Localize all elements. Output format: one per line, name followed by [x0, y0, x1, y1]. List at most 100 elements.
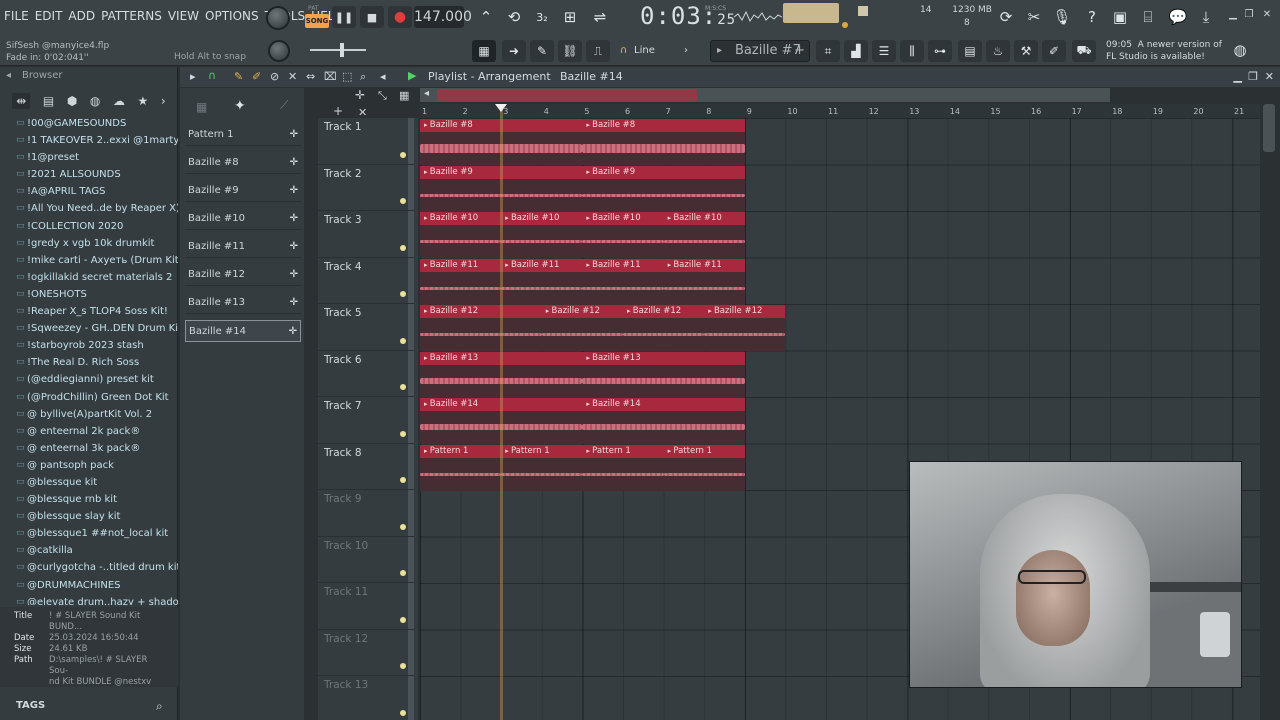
picker-auto-icon[interactable]: ⟋ [280, 98, 288, 113]
browser-folder-item[interactable]: @ enteernal 2k pack® [0, 423, 178, 440]
news-panel[interactable]: 09:05 A newer version of FL Studio is av… [1106, 39, 1222, 63]
browser-folder-item[interactable]: !ogkillakid secret materials 2 [0, 269, 178, 286]
master-pitch-knob[interactable] [268, 40, 290, 62]
undo-history-button[interactable]: ⟳ [994, 5, 1018, 29]
browser-folder-item[interactable]: !1@preset [0, 149, 178, 166]
browser-folder-item[interactable]: !1 TAKEOVER 2..exxi @1martyr) [0, 132, 178, 149]
menu-patterns[interactable]: PATTERNS [101, 9, 162, 23]
playlist-clip[interactable]: Bazille #10 [420, 212, 502, 258]
timeline-ruler[interactable]: 1 2 3 4 5 6 7 8 9 10 11 12 13 14 15 16 17 18 19 20 21 [420, 104, 1260, 118]
add-to-playlist-icon[interactable]: ✛ [290, 152, 298, 174]
track-header[interactable]: Track 10 [318, 536, 414, 583]
pattern-item[interactable]: Bazille #14 ✛ [185, 320, 301, 342]
playlist-clip[interactable]: Bazille #11 [582, 258, 664, 305]
scroll-left-icon[interactable]: ◂ [424, 88, 429, 99]
tags-label[interactable]: TAGS [16, 700, 45, 711]
playlist-clip[interactable]: Bazille #9 [582, 165, 745, 212]
add-to-playlist-icon[interactable]: ✛ [290, 180, 298, 202]
file-filter-icon[interactable]: ▤ [43, 94, 54, 108]
playlist-clip[interactable]: Pattern 1 [501, 444, 583, 491]
browser-folder-item[interactable]: @blessque1 ##not_local kit [0, 525, 178, 542]
pencil-tool-button[interactable]: ✎ [530, 40, 554, 62]
playlist-clip[interactable]: Bazille #10 [663, 212, 745, 258]
stop-button[interactable]: ■ [360, 6, 384, 28]
slice-icon[interactable]: ⌧ [324, 70, 337, 83]
track-mute-led[interactable] [400, 477, 406, 483]
track-mute-led[interactable] [400, 337, 406, 344]
play-icon[interactable]: ▶ [408, 69, 416, 82]
play-arrow-button[interactable]: ➜ [502, 40, 526, 62]
track-header[interactable]: Track 2 [318, 164, 414, 211]
track-grip[interactable] [408, 304, 414, 350]
playlist-clip[interactable]: Bazille #12 [420, 305, 542, 351]
blend-notes-button[interactable]: ⊞ [558, 5, 582, 29]
track-grip[interactable] [408, 397, 414, 443]
song-mode-button[interactable]: SONG [305, 14, 329, 28]
chevron-right-icon[interactable]: › [161, 94, 166, 108]
track-mute-led[interactable] [400, 570, 406, 576]
track-header[interactable]: Track 12 [318, 629, 414, 676]
browser-list[interactable]: !00@GAMESOUNDS!1 TAKEOVER 2..exxi @1mart… [0, 115, 178, 605]
globe-filter-icon[interactable]: ◍ [90, 94, 100, 108]
help-button[interactable]: ? [1080, 5, 1104, 29]
mixer-button[interactable]: ⌗ [816, 40, 840, 62]
playlist-clip[interactable]: Bazille #12 [704, 305, 786, 351]
pencil-icon[interactable]: ✎ [234, 70, 243, 83]
select-icon[interactable]: ⬚ [342, 70, 352, 83]
track-grip[interactable] [408, 350, 414, 396]
track-mute-led[interactable] [400, 616, 406, 623]
track-grip[interactable] [408, 257, 414, 303]
browser-folder-item[interactable]: !00@GAMESOUNDS [0, 115, 178, 132]
browser-folder-item[interactable]: @blessque rnb kit [0, 491, 178, 508]
globe-button[interactable]: ◍ [1228, 38, 1252, 62]
brush-icon[interactable]: ✐ [252, 70, 261, 83]
stamp-tool-button[interactable]: ⎍ [586, 40, 610, 62]
track-mute-led[interactable] [400, 244, 406, 251]
add-to-playlist-icon[interactable]: ✛ [290, 292, 298, 314]
save-button[interactable]: ▣ [1108, 5, 1132, 29]
browser-folder-item[interactable]: !COLLECTION 2020 [0, 218, 178, 235]
browser-folder-item[interactable]: (@ProdChillin) Green Dot Kit [0, 389, 178, 406]
track-header[interactable]: Track 3 [318, 211, 414, 258]
browser-folder-item[interactable]: !2021 ALLSOUNDS [0, 166, 178, 183]
playlist-clip[interactable]: Pattern 1 [582, 444, 664, 491]
browser-folder-item[interactable]: @ enteernal 3k pack® [0, 440, 178, 457]
chat-button[interactable]: 💬 [1166, 5, 1190, 29]
add-to-playlist-icon[interactable]: ✛ [289, 321, 297, 343]
track-header[interactable]: Track 7 [318, 397, 414, 444]
track-grip[interactable] [408, 490, 414, 536]
wait-input-button[interactable]: ⟲ [502, 5, 526, 29]
track-mute-led[interactable] [400, 291, 406, 297]
minimize-icon[interactable]: ▁ [1234, 70, 1242, 83]
pattern-item[interactable]: Bazille #9 ✛ [185, 180, 301, 202]
track-header[interactable]: Track 11 [318, 583, 414, 630]
file-button[interactable]: ▤ [958, 40, 982, 62]
keyboard-icon[interactable]: ▦ [399, 89, 409, 102]
star-icon[interactable]: ★ [138, 94, 149, 108]
track-header[interactable]: Track 5 [318, 304, 414, 351]
playback-icon[interactable]: ◂ [380, 70, 386, 83]
brush-button[interactable]: ✐ [1042, 40, 1066, 62]
menu-options[interactable]: OPTIONS [205, 9, 259, 23]
bulb-button[interactable]: ♨ [986, 40, 1010, 62]
snap-mode-select[interactable]: ∩ Line › [616, 42, 690, 60]
playlist-clip[interactable]: Bazille #10 [582, 212, 664, 258]
playlist-clip[interactable]: Bazille #14 [582, 398, 745, 444]
browser-folder-item[interactable]: @blessque kit [0, 474, 178, 491]
browser-folder-item[interactable]: !Reaper X_s TLOP4 Soss Kit! [0, 303, 178, 320]
volume-slider-handle[interactable] [340, 43, 344, 57]
pause-button[interactable]: ❚❚ [332, 6, 356, 28]
track-mute-led[interactable] [400, 709, 406, 716]
picker-piano-icon[interactable]: ▦ [196, 100, 207, 114]
step-edit-button[interactable]: 3₂ [530, 5, 554, 29]
playlist-clip[interactable]: Bazille #8 [582, 119, 745, 165]
browser-folder-item[interactable]: @blessque slay kit [0, 508, 178, 525]
track-header[interactable]: Track 9 [318, 490, 414, 537]
master-volume-knob[interactable] [266, 6, 290, 30]
track-header[interactable]: Track 1 [318, 118, 414, 165]
close-icon[interactable]: ✕ [1265, 70, 1274, 83]
browser-folder-item[interactable]: !mike carti - Axyeть (Drum Kit) [0, 252, 178, 269]
zoom-icon[interactable]: ⌕ [360, 70, 366, 84]
plugin-filter-icon[interactable]: ⬢ [67, 94, 77, 108]
track-grip[interactable] [408, 443, 414, 489]
